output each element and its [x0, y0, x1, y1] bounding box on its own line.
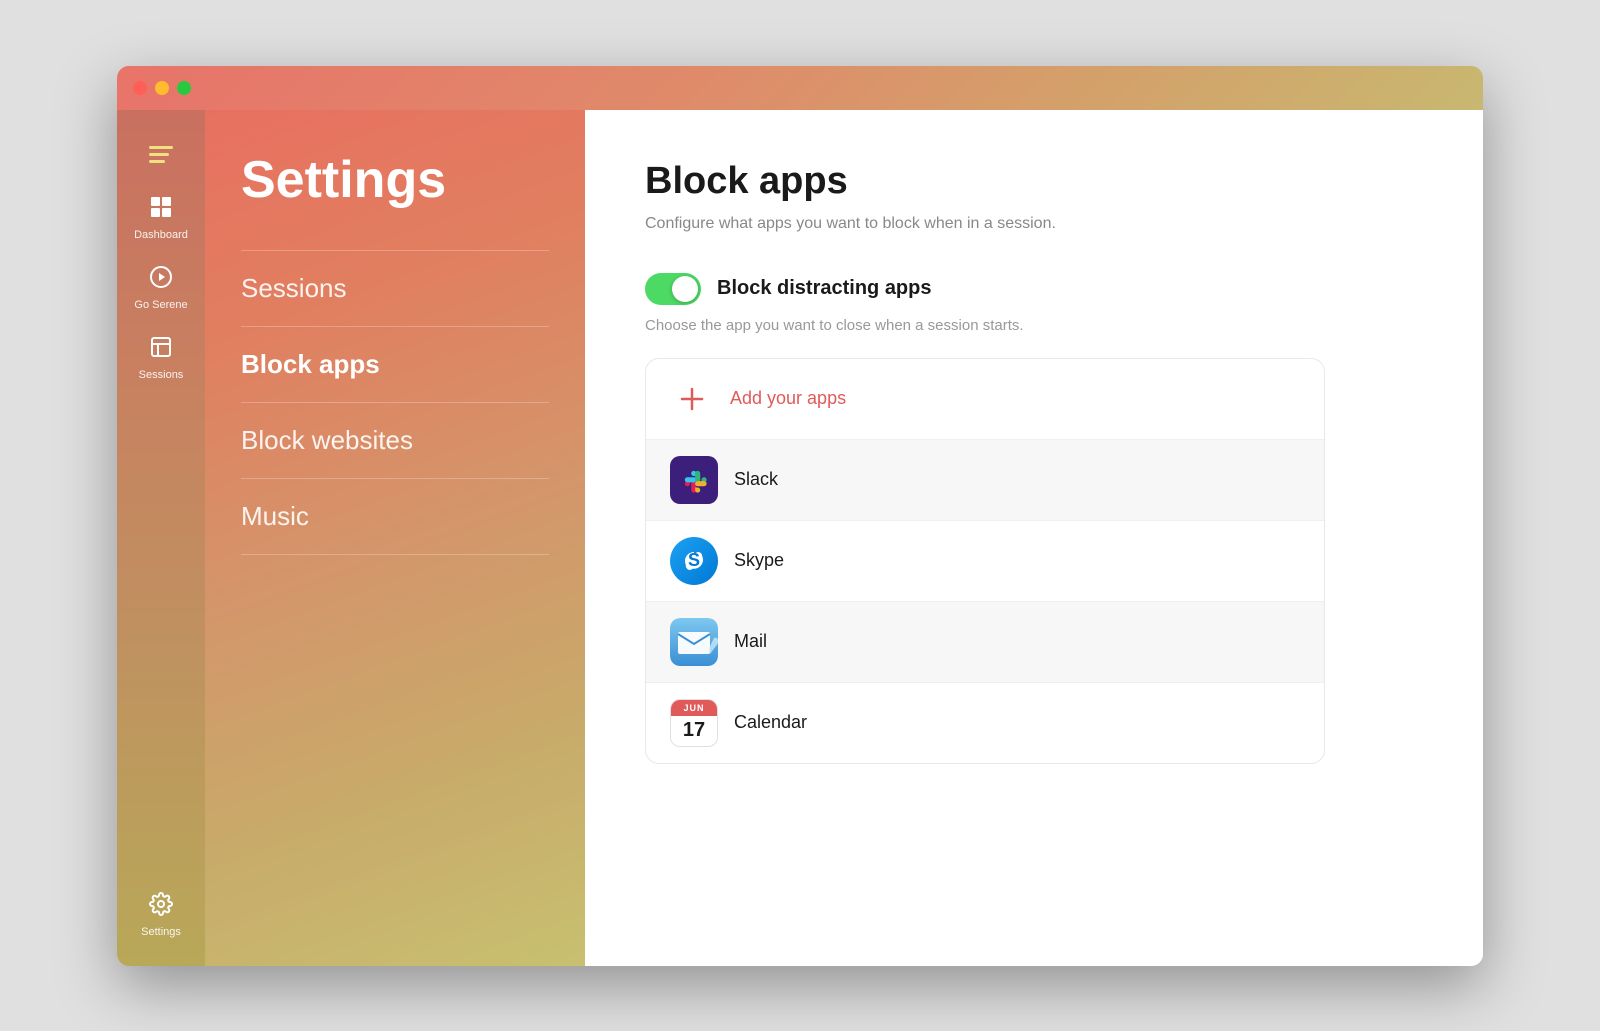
hamburger-icon [149, 146, 173, 163]
go-serene-label: Go Serene [134, 299, 187, 311]
slack-icon [670, 456, 718, 504]
toggle-row: Block distracting apps [645, 273, 1423, 305]
add-apps-button[interactable]: Add your apps [646, 359, 1324, 440]
close-button[interactable] [133, 81, 147, 95]
sessions-icon [149, 335, 173, 365]
nav-item-block-apps[interactable]: Block apps [241, 326, 549, 402]
nav-label-music: Music [241, 501, 309, 531]
nav-item-sessions[interactable]: Sessions [241, 250, 549, 326]
apps-list: Add your apps [645, 358, 1325, 764]
plus-icon [670, 377, 714, 421]
nav-label-sessions: Sessions [241, 273, 347, 303]
nav-label-block-apps: Block apps [241, 349, 380, 379]
main-layout: Dashboard Go Serene [117, 110, 1483, 966]
nav-item-block-websites[interactable]: Block websites [241, 402, 549, 478]
hamburger-menu[interactable] [141, 130, 181, 183]
app-item-skype[interactable]: S Skype [646, 521, 1324, 602]
nav-item-music[interactable]: Music [241, 478, 549, 555]
add-apps-label: Add your apps [730, 388, 846, 409]
calendar-month: JUN [671, 700, 717, 716]
settings-label: Settings [141, 926, 181, 938]
sidebar-item-dashboard[interactable]: Dashboard [117, 183, 205, 253]
calendar-icon: JUN 17 [670, 699, 718, 747]
block-apps-toggle[interactable] [645, 273, 701, 305]
sidebar-icons: Dashboard Go Serene [117, 110, 205, 966]
calendar-date: 17 [671, 716, 717, 746]
content-subtitle: Configure what apps you want to block wh… [645, 215, 1423, 233]
settings-sidebar: Settings Sessions Block apps Block websi… [205, 110, 585, 966]
toggle-sublabel: Choose the app you want to close when a … [645, 317, 1423, 334]
content-title: Block apps [645, 160, 1423, 203]
app-item-slack[interactable]: Slack [646, 440, 1324, 521]
dashboard-label: Dashboard [134, 229, 188, 241]
sidebar-item-go-serene[interactable]: Go Serene [117, 253, 205, 323]
calendar-app-name: Calendar [734, 712, 807, 733]
mail-app-name: Mail [734, 631, 767, 652]
app-window: Dashboard Go Serene [117, 66, 1483, 966]
nav-label-block-websites: Block websites [241, 425, 413, 455]
traffic-lights [133, 81, 191, 95]
dashboard-icon [149, 195, 173, 225]
sessions-label: Sessions [139, 369, 184, 381]
go-serene-icon [149, 265, 173, 295]
toggle-label: Block distracting apps [717, 277, 932, 300]
settings-nav: Sessions Block apps Block websites Music [241, 250, 549, 555]
minimize-button[interactable] [155, 81, 169, 95]
sidebar-item-sessions[interactable]: Sessions [117, 323, 205, 393]
maximize-button[interactable] [177, 81, 191, 95]
app-item-mail[interactable]: Mail [646, 602, 1324, 683]
skype-icon: S [670, 537, 718, 585]
slack-app-name: Slack [734, 469, 778, 490]
main-content: Block apps Configure what apps you want … [585, 110, 1483, 966]
sidebar-item-settings[interactable]: Settings [117, 880, 205, 958]
title-bar [117, 66, 1483, 110]
app-item-calendar[interactable]: JUN 17 Calendar [646, 683, 1324, 763]
skype-app-name: Skype [734, 550, 784, 571]
svg-text:S: S [688, 550, 700, 570]
settings-sidebar-title: Settings [241, 150, 549, 210]
settings-icon [149, 892, 173, 922]
mail-icon [670, 618, 718, 666]
